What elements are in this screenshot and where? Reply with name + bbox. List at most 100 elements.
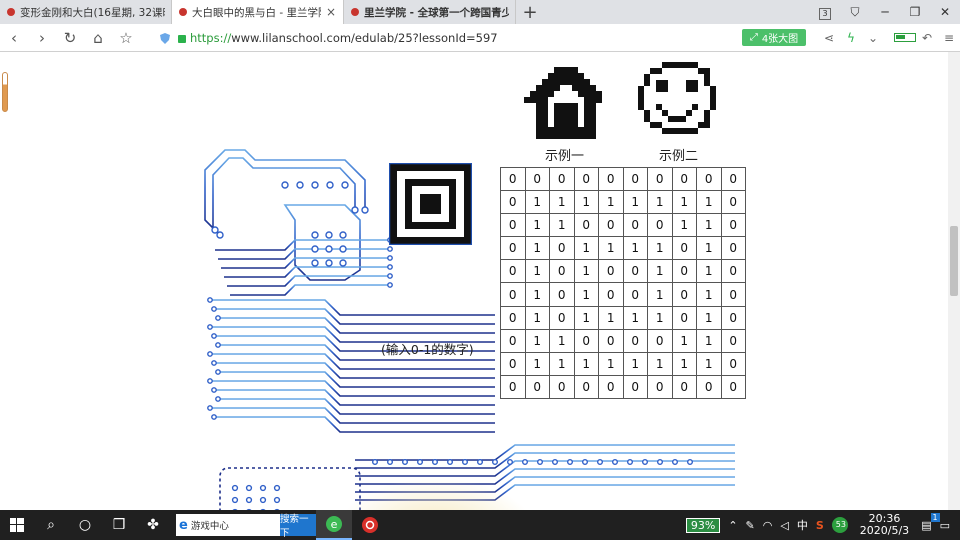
grid-cell[interactable]: 0 <box>696 166 722 192</box>
grid-cell[interactable]: 1 <box>573 259 599 284</box>
grid-cell[interactable]: 1 <box>598 190 624 215</box>
grid-cell[interactable]: 1 <box>549 328 575 353</box>
grid-cell[interactable]: 0 <box>622 213 648 238</box>
clock[interactable]: 20:36 2020/5/3 <box>852 513 917 537</box>
pen-icon[interactable]: ✎ <box>742 519 759 532</box>
grid-cell[interactable]: 1 <box>524 351 550 376</box>
grid-cell[interactable]: 0 <box>720 190 746 215</box>
task-view-icon[interactable]: ❒ <box>102 510 136 540</box>
image-count-button[interactable]: ⤢ 4张大图 <box>742 29 806 46</box>
grid-cell[interactable]: 0 <box>549 305 575 330</box>
grid-cell[interactable]: 1 <box>549 190 575 215</box>
grid-cell[interactable]: 1 <box>696 259 722 284</box>
grid-cell[interactable]: 1 <box>696 213 722 238</box>
chevron-up-icon[interactable]: ⌃ <box>724 519 741 532</box>
grid-cell[interactable]: 1 <box>671 190 697 215</box>
grid-cell[interactable]: 0 <box>720 236 746 261</box>
cortana-icon[interactable]: ○ <box>68 510 102 540</box>
grid-cell[interactable]: 0 <box>671 305 697 330</box>
grid-cell[interactable]: 1 <box>696 305 722 330</box>
grid-cell[interactable]: 0 <box>524 374 550 399</box>
grid-cell[interactable]: 1 <box>696 328 722 353</box>
grid-cell[interactable]: 1 <box>696 351 722 376</box>
tab-1[interactable]: 变形金刚和大白(16星期, 32课时) <box>0 0 172 24</box>
grid-cell[interactable]: 1 <box>647 190 673 215</box>
grid-cell[interactable]: 1 <box>622 236 648 261</box>
browser-app-icon[interactable]: e <box>316 510 352 540</box>
grid-cell[interactable]: 0 <box>671 236 697 261</box>
grid-cell[interactable]: 0 <box>549 282 575 307</box>
share-icon[interactable]: ⋖ <box>818 31 840 45</box>
grid-cell[interactable]: 0 <box>720 328 746 353</box>
grid-cell[interactable]: 1 <box>598 236 624 261</box>
grid-cell[interactable]: 0 <box>671 282 697 307</box>
grid-cell[interactable]: 1 <box>524 213 550 238</box>
scrollbar-thumb[interactable] <box>950 226 958 296</box>
sogou-icon[interactable]: S <box>812 519 828 532</box>
grid-cell[interactable]: 0 <box>598 259 624 284</box>
grid-cell[interactable]: 0 <box>500 213 526 238</box>
grid-cell[interactable]: 1 <box>573 190 599 215</box>
battery-percent[interactable]: 93% <box>682 517 724 533</box>
grid-cell[interactable]: 0 <box>549 259 575 284</box>
grid-cell[interactable]: 0 <box>500 282 526 307</box>
grid-cell[interactable]: 0 <box>720 374 746 399</box>
grid-cell[interactable]: 1 <box>573 282 599 307</box>
grid-cell[interactable]: 1 <box>647 282 673 307</box>
grid-cell[interactable]: 0 <box>647 166 673 192</box>
grid-cell[interactable]: 1 <box>647 259 673 284</box>
menu-icon[interactable]: ≡ <box>938 31 960 45</box>
grid-cell[interactable]: 0 <box>500 305 526 330</box>
taskbar-search-input[interactable]: e 游戏中心 <box>176 514 280 536</box>
grid-cell[interactable]: 0 <box>549 374 575 399</box>
grid-cell[interactable]: 1 <box>573 351 599 376</box>
taskbar-search-button[interactable]: 搜索一下 <box>280 514 316 539</box>
minimize-icon[interactable]: ─ <box>870 5 900 19</box>
grid-cell[interactable]: 0 <box>500 259 526 284</box>
grid-cell[interactable]: 1 <box>647 236 673 261</box>
grid-cell[interactable]: 0 <box>500 236 526 261</box>
chevron-down-icon[interactable]: ⌄ <box>862 31 884 45</box>
grid-cell[interactable]: 1 <box>671 351 697 376</box>
grid-cell[interactable]: 0 <box>524 166 550 192</box>
grid-cell[interactable]: 1 <box>671 328 697 353</box>
wifi-icon[interactable]: ◠ <box>759 519 777 532</box>
grid-cell[interactable]: 1 <box>573 305 599 330</box>
home-icon[interactable]: ⌂ <box>84 29 112 47</box>
grid-cell[interactable]: 0 <box>573 374 599 399</box>
grid-cell[interactable]: 1 <box>622 190 648 215</box>
grid-cell[interactable]: 1 <box>671 213 697 238</box>
grid-cell[interactable]: 0 <box>573 166 599 192</box>
grid-cell[interactable]: 0 <box>622 374 648 399</box>
grid-cell[interactable]: 0 <box>500 166 526 192</box>
netease-music-icon[interactable] <box>352 510 388 540</box>
grid-cell[interactable]: 1 <box>696 190 722 215</box>
volume-icon[interactable]: ◁ <box>776 519 792 532</box>
refresh-icon[interactable]: ↻ <box>56 29 84 47</box>
close-window-icon[interactable]: ✕ <box>930 5 960 19</box>
grid-cell[interactable]: 0 <box>720 282 746 307</box>
tab-2[interactable]: 大白眼中的黑与白 - 里兰学院 - × <box>172 0 344 24</box>
grid-cell[interactable]: 1 <box>622 351 648 376</box>
grid-cell[interactable]: 0 <box>549 166 575 192</box>
grid-cell[interactable]: 1 <box>524 305 550 330</box>
grid-cell[interactable]: 0 <box>671 374 697 399</box>
grid-cell[interactable]: 1 <box>622 305 648 330</box>
grid-cell[interactable]: 0 <box>573 328 599 353</box>
grid-cell[interactable]: 0 <box>696 374 722 399</box>
grid-cell[interactable]: 1 <box>549 213 575 238</box>
close-tab-icon[interactable]: × <box>325 5 337 19</box>
grid-cell[interactable]: 0 <box>622 166 648 192</box>
grid-cell[interactable]: 1 <box>524 282 550 307</box>
grid-cell[interactable]: 0 <box>598 328 624 353</box>
grid-cell[interactable]: 1 <box>647 305 673 330</box>
undo-icon[interactable]: ↶ <box>916 31 938 45</box>
grid-cell[interactable]: 1 <box>524 190 550 215</box>
grid-cell[interactable]: 0 <box>622 328 648 353</box>
grid-cell[interactable]: 1 <box>696 282 722 307</box>
grid-cell[interactable]: 1 <box>524 328 550 353</box>
grid-cell[interactable]: 1 <box>647 351 673 376</box>
back-icon[interactable]: ‹ <box>0 29 28 47</box>
grid-cell[interactable]: 0 <box>598 213 624 238</box>
battery-icon[interactable] <box>894 31 916 45</box>
